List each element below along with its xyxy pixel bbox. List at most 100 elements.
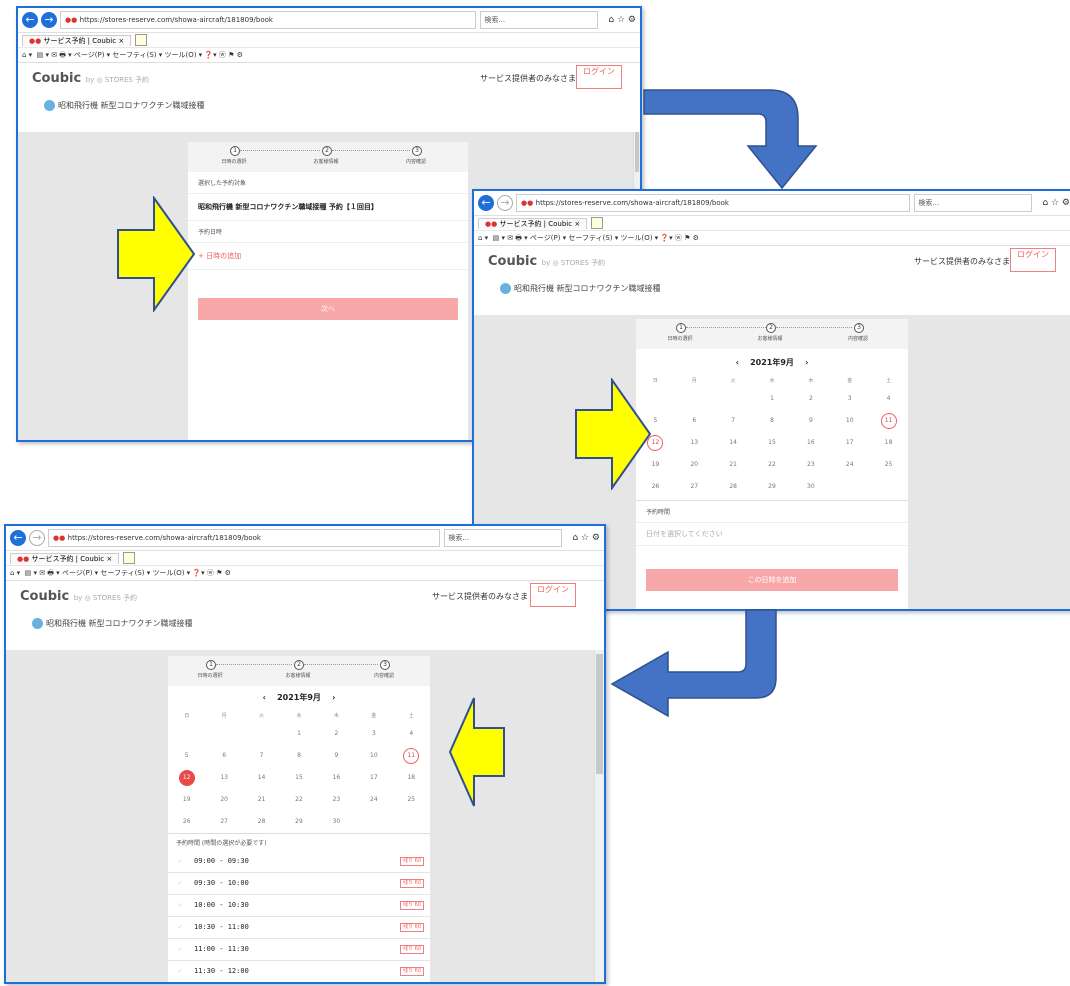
new-tab-button[interactable] [135,34,148,46]
calendar-day[interactable]: 25 [869,454,908,476]
tools-menu[interactable]: ツール(O) ▾ [152,569,190,577]
coubic-logo[interactable]: Coubic by ◎ STORES 予約 [20,589,137,604]
calendar-day[interactable]: 17 [830,432,869,454]
tools-menu[interactable]: ツール(O) ▾ [164,51,202,59]
calendar-day[interactable]: 24 [830,454,869,476]
calendar-day[interactable]: 24 [355,789,392,811]
provider-link[interactable]: サービス提供者のみなさま [914,256,1010,267]
safety-menu[interactable]: セーフティ(S) ▾ [100,569,150,577]
next-month-button[interactable]: › [805,358,808,367]
prev-month-button[interactable]: ‹ [263,693,266,702]
calendar-day[interactable]: 26 [168,811,205,833]
calendar-day[interactable]: 15 [753,432,792,454]
address-input[interactable]: ●● https://stores-reserve.com/showa-airc… [60,11,477,29]
calendar-day[interactable]: 7 [714,410,753,432]
calendar-day[interactable]: 3 [830,388,869,410]
calendar-day[interactable]: 13 [675,432,714,454]
safety-menu[interactable]: セーフティ(S) ▾ [112,51,162,59]
home-icon[interactable]: ⌂ ☆ ⚙ [1042,198,1070,208]
provider-link[interactable]: サービス提供者のみなさま [432,591,528,602]
next-button[interactable]: 次へ [198,298,458,320]
calendar-day[interactable]: 4 [393,723,430,745]
calendar-day[interactable]: 23 [318,789,355,811]
calendar-day[interactable]: 14 [243,767,280,789]
home-icon[interactable]: ⌂ ▾ [10,569,20,577]
back-icon[interactable]: ← [478,195,494,211]
page-menu[interactable]: ページ(P) ▾ [62,569,98,577]
calendar-day[interactable]: 25 [393,789,430,811]
browser-tab[interactable]: ●● サービス予約 | Coubic × [478,217,588,229]
browser-tab[interactable]: ●● サービス予約 | Coubic × [10,552,120,564]
calendar-day[interactable]: 12 [168,767,205,789]
address-input[interactable]: ●● https://stores-reserve.com/showa-airc… [48,529,441,547]
home-icon[interactable]: ⌂ ▾ [478,234,488,242]
calendar-day[interactable]: 19 [168,789,205,811]
time-slot-row[interactable]: ✓ 11:00 - 11:30 残り 60 [168,939,430,961]
prev-month-button[interactable]: ‹ [736,358,739,367]
browser-tab[interactable]: ●● サービス予約 | Coubic × [22,34,132,46]
calendar-day[interactable]: 1 [280,723,317,745]
calendar-day[interactable]: 9 [791,410,830,432]
calendar-day[interactable]: 18 [393,767,430,789]
calendar-day[interactable]: 16 [318,767,355,789]
next-month-button[interactable]: › [332,693,335,702]
add-datetime-button[interactable]: この日時を追加 [646,569,898,591]
search-input[interactable]: 検索... [914,194,1033,212]
calendar-day[interactable]: 29 [753,476,792,498]
calendar-day[interactable]: 10 [830,410,869,432]
safety-menu[interactable]: セーフティ(S) ▾ [568,234,618,242]
calendar-day[interactable]: 11 [869,410,908,432]
back-icon[interactable]: ← [22,12,38,28]
calendar-day[interactable]: 2 [318,723,355,745]
time-slot-row[interactable]: ✓ 11:30 - 12:00 残り 60 [168,961,430,982]
calendar-day[interactable]: 14 [714,432,753,454]
add-date-link[interactable]: + 日時の追加 [188,243,468,270]
calendar-day[interactable]: 21 [714,454,753,476]
coubic-logo[interactable]: Coubic by ◎ STORES 予約 [32,71,149,86]
new-tab-button[interactable] [591,217,604,229]
calendar-day[interactable]: 29 [280,811,317,833]
time-slot-row[interactable]: ✓ 09:30 - 10:00 残り 60 [168,873,430,895]
home-icon[interactable]: ⌂ ☆ ⚙ [608,15,636,25]
search-input[interactable]: 検索... [444,529,563,547]
forward-icon[interactable]: → [497,195,513,211]
calendar-day[interactable]: 9 [318,745,355,767]
calendar-day[interactable]: 13 [205,767,242,789]
calendar-day[interactable]: 27 [205,811,242,833]
login-button[interactable]: ログイン [576,65,622,89]
calendar-day[interactable]: 30 [791,476,830,498]
calendar-day[interactable]: 3 [355,723,392,745]
calendar-day[interactable]: 20 [675,454,714,476]
calendar-day[interactable]: 28 [714,476,753,498]
calendar-day[interactable]: 15 [280,767,317,789]
calendar-day[interactable]: 2 [791,388,830,410]
calendar-day[interactable]: 4 [869,388,908,410]
calendar-day[interactable]: 28 [243,811,280,833]
calendar-day[interactable]: 21 [243,789,280,811]
coubic-logo[interactable]: Coubic by ◎ STORES 予約 [488,254,605,269]
scrollbar[interactable] [594,650,604,982]
tools-menu[interactable]: ツール(O) ▾ [620,234,658,242]
calendar-day[interactable]: 23 [791,454,830,476]
page-menu[interactable]: ページ(P) ▾ [530,234,566,242]
provider-link[interactable]: サービス提供者のみなさま [480,73,576,84]
calendar-day[interactable]: 5 [168,745,205,767]
calendar-day[interactable]: 16 [791,432,830,454]
time-slot-row[interactable]: ✓ 10:00 - 10:30 残り 60 [168,895,430,917]
home-icon[interactable]: ⌂ ☆ ⚙ [572,533,600,543]
calendar-day[interactable]: 18 [869,432,908,454]
forward-icon[interactable]: → [41,12,57,28]
calendar-day[interactable]: 27 [675,476,714,498]
back-icon[interactable]: ← [10,530,26,546]
calendar-day[interactable]: 22 [753,454,792,476]
home-icon[interactable]: ⌂ ▾ [22,51,32,59]
calendar-day[interactable]: 1 [753,388,792,410]
calendar-day[interactable]: 20 [205,789,242,811]
search-input[interactable]: 検索... [480,11,599,29]
calendar-day[interactable]: 17 [355,767,392,789]
calendar-day[interactable]: 7 [243,745,280,767]
calendar-day[interactable]: 6 [205,745,242,767]
new-tab-button[interactable] [123,552,136,564]
address-input[interactable]: ●● https://stores-reserve.com/showa-airc… [516,194,911,212]
forward-icon[interactable]: → [29,530,45,546]
